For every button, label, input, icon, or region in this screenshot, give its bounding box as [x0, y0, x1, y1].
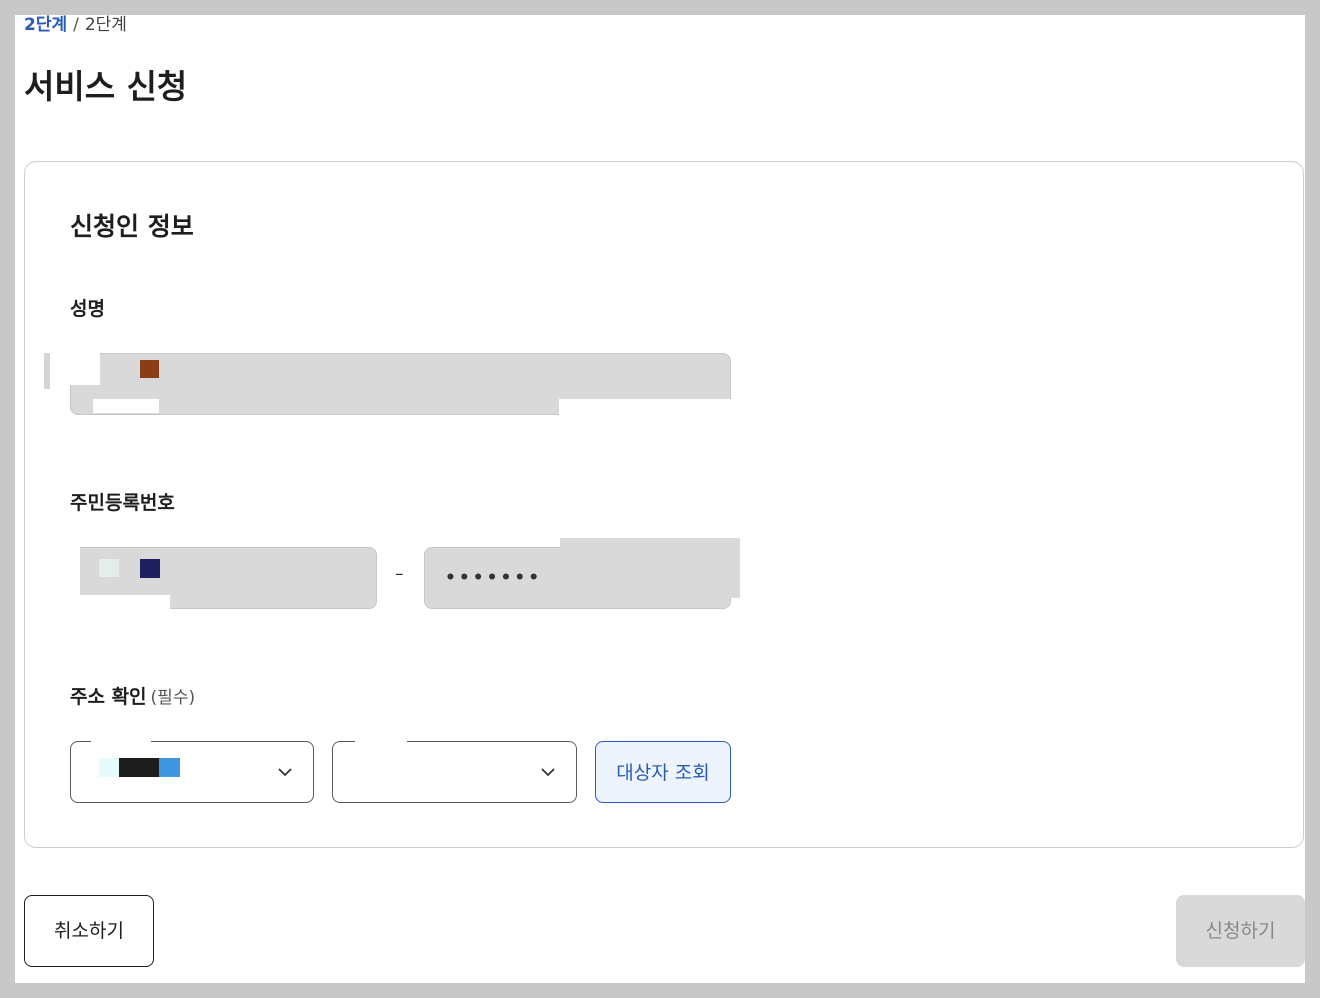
applicant-info-card: 신청인 정보 성명 주민등록번호 – ••••••• 주소 확인 (필수) 대상… [24, 161, 1304, 848]
page-title: 서비스 신청 [24, 67, 188, 106]
chevron-down-icon [541, 768, 555, 777]
breadcrumb-total-steps: 2단계 [84, 15, 127, 35]
submit-button[interactable]: 신청하기 [1176, 895, 1305, 967]
breadcrumb-current-step: 2단계 [24, 15, 68, 35]
redaction-mask [91, 736, 151, 744]
redaction-mask [560, 538, 740, 598]
lookup-target-button[interactable]: 대상자 조회 [595, 741, 731, 803]
redaction-mask [99, 758, 119, 777]
chevron-down-icon [278, 768, 292, 777]
redaction-mask [44, 353, 50, 389]
redaction-mask [45, 353, 100, 385]
breadcrumb-separator: / [73, 15, 79, 35]
redaction-mask [355, 736, 407, 744]
address-select-2[interactable] [332, 741, 577, 803]
cancel-button[interactable]: 취소하기 [24, 895, 154, 967]
name-label: 성명 [70, 298, 105, 320]
address-label: 주소 확인 (필수) [70, 684, 195, 711]
redaction-mask [99, 559, 119, 577]
address-label-text: 주소 확인 [70, 686, 147, 708]
redaction-mask [80, 595, 170, 609]
redaction-mask [140, 559, 160, 578]
rrn-separator: – [395, 564, 404, 584]
rrn-label: 주민등록번호 [70, 492, 175, 514]
redaction-mask [70, 547, 80, 609]
page: 2단계/2단계 서비스 신청 신청인 정보 성명 주민등록번호 – ••••••… [15, 15, 1305, 983]
redaction-mask [93, 399, 159, 413]
redaction-mask [559, 399, 731, 415]
required-hint: (필수) [150, 688, 196, 708]
breadcrumb: 2단계/2단계 [24, 15, 127, 35]
redaction-mask [119, 758, 159, 777]
section-title: 신청인 정보 [70, 212, 194, 241]
redaction-mask [159, 758, 180, 777]
redaction-mask [140, 360, 159, 378]
rrn-back-value: ••••••• [445, 568, 543, 588]
